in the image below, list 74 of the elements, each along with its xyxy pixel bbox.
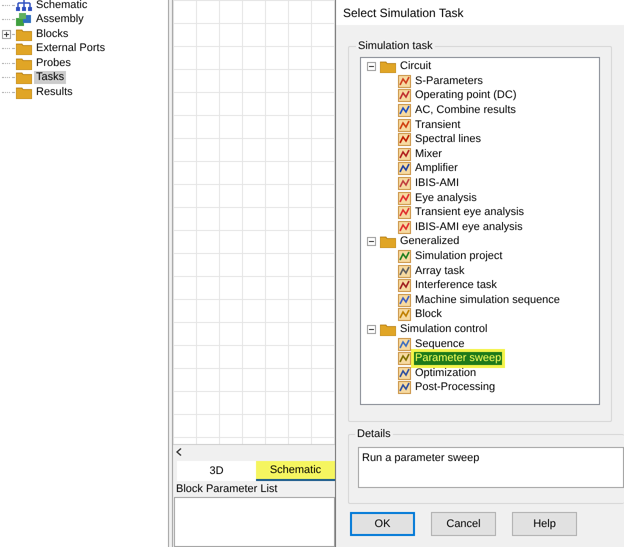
dialog-button[interactable]: Help xyxy=(512,512,577,536)
task-item[interactable]: Transient xyxy=(414,118,462,132)
task-icon xyxy=(398,192,411,205)
tree-item[interactable]: Probes xyxy=(34,56,73,70)
task-icon xyxy=(398,381,411,394)
task-item[interactable]: Operating point (DC) xyxy=(414,89,518,102)
tree-item[interactable]: Results xyxy=(34,86,75,99)
category-label[interactable]: Generalized xyxy=(400,235,460,248)
tree-item[interactable]: Tasks xyxy=(34,71,66,84)
task-item[interactable]: Post-Processing xyxy=(414,381,496,394)
collapse-icon[interactable] xyxy=(367,324,376,334)
collapse-icon[interactable] xyxy=(367,237,376,246)
task-icon xyxy=(398,148,411,161)
task-icon xyxy=(398,89,411,102)
task-item[interactable]: Interference task xyxy=(414,279,498,292)
category-label[interactable]: Simulation control xyxy=(400,322,488,336)
group-title: Simulation task xyxy=(357,39,434,54)
task-item[interactable]: Eye analysis xyxy=(414,192,478,205)
task-icon xyxy=(398,74,411,88)
task-item[interactable]: IBIS-AMI xyxy=(414,177,460,190)
tree-item[interactable]: Assembly xyxy=(34,13,86,26)
task-icon xyxy=(398,162,411,176)
task-item[interactable]: Simulation project xyxy=(414,250,504,264)
task-item[interactable]: Spectral lines xyxy=(414,133,482,146)
dialog-button[interactable]: OK xyxy=(350,512,415,536)
network-icon xyxy=(16,0,32,12)
task-icon xyxy=(398,118,411,132)
expand-icon[interactable] xyxy=(2,30,11,39)
folder-icon xyxy=(16,28,32,41)
window-title: Select Simulation Task xyxy=(336,0,624,25)
task-icon xyxy=(398,220,411,234)
task-icon xyxy=(398,133,411,146)
task-item[interactable]: Parameter sweep xyxy=(414,352,502,366)
task-item[interactable]: Sequence xyxy=(414,338,466,351)
task-icon xyxy=(398,366,411,380)
view-tab[interactable]: Schematic xyxy=(256,461,335,481)
task-icon xyxy=(398,294,411,307)
task-icon xyxy=(398,338,411,351)
task-item[interactable]: Optimization xyxy=(414,366,478,380)
task-icon xyxy=(398,352,411,366)
cubes-icon xyxy=(16,13,32,26)
tree-item[interactable]: Schematic xyxy=(34,0,90,12)
task-icon xyxy=(398,250,411,264)
task-icon xyxy=(398,206,411,220)
task-item[interactable]: Amplifier xyxy=(414,162,459,176)
task-item[interactable]: Mixer xyxy=(414,148,443,161)
folder-icon xyxy=(380,60,396,74)
task-icon xyxy=(398,308,411,322)
collapse-icon[interactable] xyxy=(367,62,376,72)
task-item[interactable]: AC, Combine results xyxy=(414,104,517,118)
scroll-left-icon[interactable] xyxy=(176,448,182,456)
folder-icon xyxy=(16,86,32,99)
tree-item[interactable]: Blocks xyxy=(34,28,70,41)
view-tab[interactable]: 3D xyxy=(177,461,256,481)
task-item[interactable]: Array task xyxy=(414,264,466,278)
group-title: Details xyxy=(356,427,392,442)
folder-icon xyxy=(16,56,32,70)
dialog-button[interactable]: Cancel xyxy=(431,512,496,536)
task-item[interactable]: S-Parameters xyxy=(414,74,484,88)
task-item[interactable]: Transient eye analysis xyxy=(414,206,526,220)
category-label[interactable]: Circuit xyxy=(400,60,432,74)
task-item[interactable]: Block xyxy=(414,308,443,322)
folder-icon xyxy=(380,235,396,248)
task-icon xyxy=(398,104,411,118)
folder-icon xyxy=(380,322,396,336)
tree-item[interactable]: External Ports xyxy=(34,42,108,56)
task-item[interactable]: Machine simulation sequence xyxy=(414,294,561,307)
folder-icon xyxy=(16,71,32,84)
folder-icon xyxy=(16,42,32,56)
details-box: Run a parameter sweep xyxy=(358,446,624,488)
task-item[interactable]: IBIS-AMI eye analysis xyxy=(414,220,524,234)
task-icon xyxy=(398,177,411,190)
task-icon xyxy=(398,264,411,278)
task-icon xyxy=(398,279,411,292)
